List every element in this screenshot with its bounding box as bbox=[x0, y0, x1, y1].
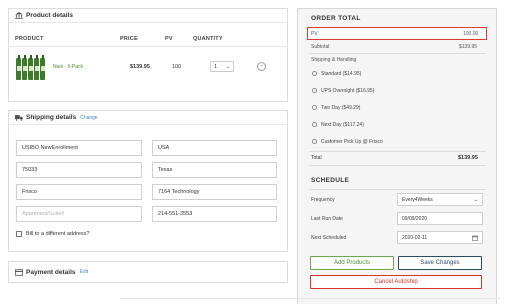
shipping-option-radio[interactable] bbox=[312, 88, 317, 93]
bill-different-label: Bill to a different address? bbox=[26, 231, 90, 237]
save-changes-button[interactable]: Save Changes bbox=[398, 256, 482, 270]
frequency-select[interactable]: Every4Weeks ⌄ bbox=[397, 193, 483, 206]
last-run-label: Last Run Date bbox=[311, 216, 343, 222]
page-bottom-divider bbox=[120, 298, 500, 299]
shipping-option-label: Next Day ($117.24) bbox=[321, 122, 364, 128]
add-products-button[interactable]: Add Products bbox=[310, 256, 394, 270]
product-price: $139.95 bbox=[130, 64, 150, 70]
pv-highlight bbox=[307, 27, 487, 40]
shipping-option-label: Two Day ($49.29) bbox=[321, 105, 361, 111]
change-address-link[interactable]: Change bbox=[80, 115, 98, 121]
chevron-down-icon: ⌄ bbox=[225, 63, 230, 70]
shipping-option-radio[interactable] bbox=[312, 122, 317, 127]
edit-payment-link[interactable]: Edit bbox=[80, 269, 89, 275]
col-product: PRODUCT bbox=[15, 36, 44, 42]
col-price: PRICE bbox=[120, 36, 138, 42]
shipping-details-header: Shipping details Change bbox=[9, 111, 287, 125]
last-run-field: 09/09/2020 bbox=[397, 212, 483, 225]
total-label: Total bbox=[311, 155, 322, 161]
subtotal-value: $139.95 bbox=[459, 44, 478, 50]
bill-different-checkbox[interactable] bbox=[16, 231, 22, 237]
table-divider bbox=[8, 46, 288, 47]
shipping-option-label: UPS Overnight ($16.95) bbox=[321, 88, 375, 94]
next-scheduled-value: 2020-02-11 bbox=[402, 234, 428, 241]
frequency-value: Every4Weeks bbox=[402, 196, 433, 203]
payment-details-header: Payment details Edit bbox=[9, 262, 287, 282]
shipping-option-label: Standard ($14.95) bbox=[321, 71, 362, 77]
product-name[interactable]: Nani - 5 Pack bbox=[53, 64, 83, 70]
pv-value: 100.00 bbox=[463, 31, 479, 37]
col-quantity: QUANTITY bbox=[193, 36, 223, 42]
total-value: $139.95 bbox=[458, 155, 478, 161]
shipping-option-label: Customer Pick Up @ Frisco bbox=[321, 139, 383, 145]
product-pv: 100 bbox=[172, 64, 182, 70]
product-details-panel: Product details bbox=[8, 8, 288, 102]
city-field[interactable]: Frisco bbox=[16, 184, 142, 200]
col-pv: PV bbox=[165, 36, 173, 42]
address-field[interactable]: 7164 Technology bbox=[152, 184, 277, 200]
product-image bbox=[16, 55, 46, 80]
divider bbox=[309, 53, 486, 54]
shipping-option-radio[interactable] bbox=[312, 105, 317, 110]
bank-icon bbox=[15, 12, 23, 19]
cancel-autoship-button[interactable]: Cancel Autoship bbox=[310, 275, 482, 289]
shipping-handling-label: Shipping & Handling bbox=[311, 57, 357, 63]
credit-card-icon bbox=[15, 268, 23, 276]
product-details-header: Product details bbox=[9, 9, 287, 23]
pv-label: PV bbox=[311, 31, 318, 37]
last-run-value: 09/09/2020 bbox=[402, 215, 428, 222]
apartment-field[interactable]: Apartment/Suite# bbox=[16, 206, 142, 222]
product-details-title: Product details bbox=[26, 12, 73, 19]
shipping-option-radio[interactable] bbox=[312, 139, 317, 144]
order-total-title: ORDER TOTAL bbox=[311, 15, 361, 22]
payment-details-title: Payment details bbox=[26, 268, 76, 276]
quantity-select[interactable]: 1 ⌄ bbox=[210, 61, 234, 72]
chevron-down-icon: ⌄ bbox=[473, 196, 478, 203]
zip-field[interactable]: 75033 bbox=[16, 162, 142, 178]
schedule-title: SCHEDULE bbox=[311, 177, 350, 184]
divider bbox=[309, 151, 486, 152]
phone-field[interactable]: 214-551-3553 bbox=[152, 206, 277, 222]
name-field[interactable]: USIBO NewEnrollment bbox=[16, 140, 142, 156]
truck-icon bbox=[15, 115, 23, 121]
state-field[interactable]: Texas bbox=[152, 162, 277, 178]
next-scheduled-field[interactable]: 2020-02-11 bbox=[397, 231, 483, 244]
quantity-value: 1 bbox=[214, 63, 218, 70]
country-field[interactable]: USA bbox=[152, 140, 277, 156]
subtotal-label: Subtotal bbox=[311, 44, 330, 50]
payment-details-panel: Payment details Edit bbox=[8, 261, 288, 283]
shipping-option-radio[interactable] bbox=[312, 71, 317, 76]
frequency-label: Frequency bbox=[311, 197, 335, 203]
shipping-details-title: Shipping details bbox=[26, 114, 77, 121]
divider bbox=[309, 189, 486, 190]
next-scheduled-label: Next Scheduled bbox=[311, 235, 347, 241]
remove-item-icon[interactable]: – bbox=[257, 62, 266, 71]
divider bbox=[309, 165, 486, 166]
calendar-icon[interactable] bbox=[472, 235, 478, 241]
